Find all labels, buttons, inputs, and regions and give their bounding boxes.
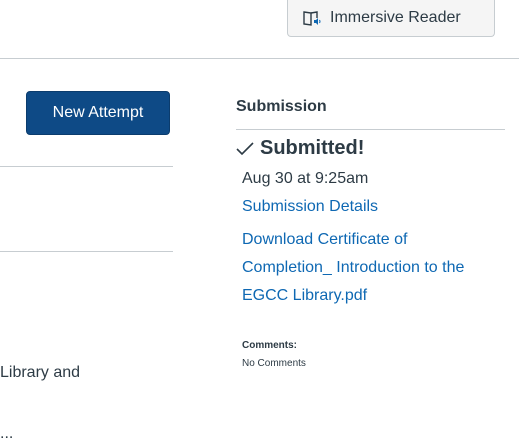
download-certificate-link[interactable]: Download Certificate of Completion_ Intr… (242, 226, 492, 310)
new-attempt-button[interactable]: New Attempt (26, 91, 170, 135)
submission-date: Aug 30 at 9:25am (242, 170, 369, 187)
comments-value: No Comments (242, 358, 306, 369)
left-divider-2 (0, 251, 173, 252)
submission-details-link[interactable]: Submission Details (242, 198, 378, 216)
left-divider-1 (0, 166, 173, 167)
submission-heading: Submission (236, 98, 327, 115)
body-text-line-partial: ... (0, 426, 14, 438)
immersive-reader-button[interactable]: Immersive Reader (287, 0, 495, 37)
body-text-line: Library and (0, 364, 81, 381)
check-icon (236, 141, 254, 156)
submitted-status-text: Submitted! (260, 137, 365, 159)
body-text-line-cut: ... (0, 426, 173, 438)
header-divider (0, 58, 519, 59)
immersive-reader-label: Immersive Reader (330, 9, 461, 26)
submission-divider (236, 129, 505, 130)
comments-label: Comments: (242, 340, 298, 351)
immersive-reader-icon (302, 9, 322, 27)
submission-status: Submitted! (236, 137, 364, 160)
